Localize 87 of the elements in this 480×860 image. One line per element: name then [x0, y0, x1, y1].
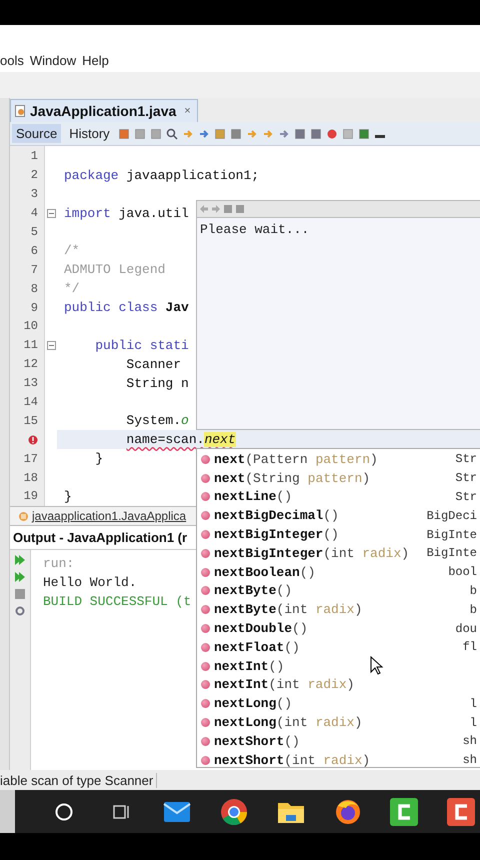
output-title: Output - JavaApplication1 (r [13, 530, 188, 545]
line-number: 2 [30, 168, 38, 182]
completion-item[interactable]: nextDouble() dou [197, 619, 480, 638]
stop-circle-icon[interactable] [326, 128, 338, 140]
completion-item[interactable]: nextLong(int radix) l [197, 713, 480, 732]
code-line: */ [64, 281, 80, 296]
loading-message: Please wait... [199, 221, 310, 239]
close-icon[interactable]: × [184, 105, 191, 117]
completion-item[interactable]: nextInt(int radix) [197, 676, 480, 694]
line-number: 1 [30, 149, 38, 164]
line-number: 11 [24, 338, 38, 352]
circle-icon [54, 802, 74, 822]
code-line: /* [64, 243, 80, 258]
class-icon [18, 510, 29, 522]
line-number: 18 [24, 470, 38, 485]
settings-icon[interactable] [14, 605, 26, 617]
line-number: 3 [30, 187, 38, 202]
forward-arrow-icon[interactable] [211, 204, 221, 214]
completion-item[interactable]: nextShort() sh [197, 732, 480, 751]
square-icon[interactable] [342, 128, 354, 140]
app-tile-icon [447, 798, 476, 826]
code-line: } [94, 451, 104, 466]
square-icon[interactable] [223, 204, 233, 214]
editor-tab[interactable]: History [65, 124, 114, 143]
line-number: 8 [30, 282, 38, 296]
completion-item[interactable]: nextShort(int radix) sh [197, 750, 480, 770]
status-message: iable scan of type Scanner [0, 772, 158, 788]
arrow-icon[interactable] [198, 128, 210, 140]
code-line: } [64, 488, 72, 504]
square-icon[interactable] [134, 128, 146, 140]
editor-tab[interactable]: Source [12, 124, 62, 143]
fold-icon[interactable] [46, 340, 56, 350]
run-icon[interactable] [14, 571, 26, 583]
completion-item[interactable]: next(String pattern) Str [197, 468, 480, 488]
line-number: 7 [30, 262, 38, 277]
java-file-icon [15, 105, 26, 117]
line-number: 4 [30, 206, 38, 220]
breadcrumb-link[interactable]: javaapplication1.JavaApplica [32, 509, 186, 523]
square-icon[interactable] [235, 204, 245, 214]
line-number: 19 [24, 489, 38, 504]
completion-item[interactable]: nextByte() b [197, 582, 480, 600]
fold-icon[interactable] [46, 208, 56, 218]
back-arrow-icon[interactable] [199, 204, 209, 214]
completion-item[interactable]: nextBigInteger(int radix) BigInte [197, 544, 480, 563]
completion-item[interactable]: nextFloat() fl [197, 638, 480, 657]
menu-item[interactable]: Help [82, 53, 109, 68]
arrow-icon[interactable] [278, 128, 290, 140]
code-line: import java.util [64, 206, 189, 221]
line-number: 15 [24, 414, 38, 428]
code-line: public class Jav [64, 300, 189, 316]
mouse-pointer-icon [370, 656, 384, 676]
code-line: ADMUTO Legend [64, 262, 166, 278]
run-icon[interactable] [14, 554, 26, 566]
magnifier-icon[interactable] [166, 128, 178, 140]
output-line: Hello World. [43, 575, 138, 592]
menu-item[interactable]: Window [30, 53, 76, 68]
code-line: Scanner [125, 356, 182, 372]
menu-item[interactable]: ools [0, 53, 24, 68]
output-line: run: [43, 556, 76, 573]
envelope-icon [163, 800, 192, 822]
line-number: 10 [24, 319, 38, 334]
line-number: 14 [24, 395, 38, 410]
stop-icon[interactable] [14, 588, 26, 600]
completion-item[interactable]: nextBoolean() bool [197, 562, 480, 582]
code-line: System.o [125, 413, 189, 428]
line-number: 17 [24, 452, 38, 466]
code-line: package javaapplication1; [64, 168, 260, 183]
completion-item[interactable]: next(Pattern pattern) Str [197, 450, 480, 469]
completion-item[interactable]: nextLine() Str [197, 488, 480, 506]
output-line: BUILD SUCCESSFUL (t [43, 594, 192, 611]
line-number: 13 [24, 376, 38, 390]
line-number: 12 [24, 357, 38, 372]
completion-item[interactable]: nextBigInteger() BigInte [197, 525, 480, 544]
code-line: name=scan.next [125, 432, 236, 448]
line-number: 5 [30, 225, 38, 239]
completion-item[interactable]: nextLong() l [197, 694, 480, 714]
app-tile-icon [390, 798, 418, 826]
completion-item[interactable]: nextByte(int radix) b [197, 600, 480, 620]
code-line: String n [125, 376, 189, 391]
file-tab[interactable]: JavaApplication1.java × [10, 99, 198, 122]
browser-icon [220, 798, 248, 826]
line-number: 9 [30, 300, 38, 315]
globe-icon [334, 798, 362, 826]
completion-item[interactable]: nextInt() [197, 656, 480, 676]
completion-item[interactable]: nextBigDecimal() BigDeci [197, 506, 480, 526]
code-line: public stati [94, 338, 189, 353]
line-number: 6 [30, 244, 38, 258]
